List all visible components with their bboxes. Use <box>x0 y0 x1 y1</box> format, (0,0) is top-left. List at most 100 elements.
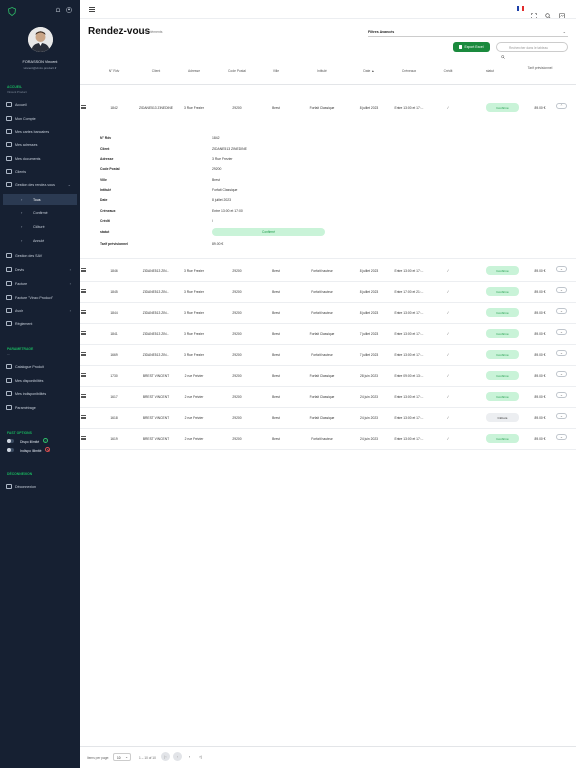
column-header-10[interactable]: Tarif prévisionnel <box>518 66 562 70</box>
cell-intitule: Forfait hauteur <box>311 437 333 441</box>
prev-page-button[interactable]: ‹ <box>173 752 182 761</box>
drag-handle-icon[interactable] <box>81 352 86 356</box>
column-header-0[interactable]: N° Rdv <box>100 69 128 73</box>
collapse-row-button[interactable]: ⌃ <box>556 103 567 109</box>
column-header-3[interactable]: Code Postal <box>218 69 256 73</box>
sidebar-item-4[interactable]: Mes documents <box>3 153 77 164</box>
cell-intitule: Forfait Classique <box>309 416 335 420</box>
drag-handle-icon[interactable] <box>81 436 86 440</box>
table-row[interactable]: 1845 ZIDANE513 ZIN... 3 Rue Frezier 29200 Br… <box>80 282 576 303</box>
sidebar-subitem-3-label: Annulé <box>33 238 45 243</box>
column-header-8[interactable]: Crédit <box>440 69 456 73</box>
sidebar-item-0[interactable]: Accueil <box>3 99 77 110</box>
sidebar-item3-2[interactable]: Mes indisponibilités <box>3 388 77 399</box>
column-header-9[interactable]: statut <box>472 69 508 73</box>
cell-id: 1669 <box>110 353 118 357</box>
cell-date: 8 juillet 2023 <box>359 311 379 315</box>
drag-handle-icon[interactable] <box>81 415 86 419</box>
cell-creneau: Entre 13:00 et 17:... <box>394 395 424 399</box>
table-row[interactable]: 1841 ZIDANE513 ZIN... 3 Rue Frezier 29200 Br… <box>80 324 576 345</box>
expand-row-button[interactable]: ⌄ <box>556 434 567 440</box>
sidebar-item2-5-label: Règlement <box>15 321 33 326</box>
table-row[interactable]: 1846 ZIDANE513 ZIN... 3 Rue Frezier 29200 Br… <box>80 261 576 282</box>
bell-icon[interactable] <box>55 7 61 13</box>
logout-label: Déconnexion <box>15 484 36 489</box>
drag-handle-icon[interactable] <box>81 373 86 377</box>
sidebar-item-5[interactable]: Clients <box>3 166 77 177</box>
first-page-button[interactable]: |‹ <box>161 752 170 761</box>
column-header-7[interactable]: Créneaux <box>386 69 432 73</box>
expand-row-button[interactable]: ⌄ <box>556 287 567 293</box>
sidebar-item2-2[interactable]: Facture › <box>3 278 77 289</box>
sidebar-item2-1[interactable]: Devis › <box>3 264 77 275</box>
avatar[interactable] <box>28 27 53 52</box>
table-search-field[interactable]: Rechercher dans le tableau <box>496 42 568 59</box>
column-header-5[interactable]: Intitulé <box>292 69 352 73</box>
sidebar-item3-1[interactable]: Mes disponibilités <box>3 375 77 386</box>
cell-id: 1618 <box>110 416 118 420</box>
toggle-dispo[interactable] <box>7 439 14 443</box>
cell-adresse: 3 Rue Frezier <box>184 332 204 336</box>
logout-button[interactable]: Déconnexion <box>3 481 77 492</box>
user-circle-icon[interactable] <box>66 7 72 13</box>
sidebar-item-3[interactable]: Mes adresses <box>3 139 77 150</box>
expand-row-button[interactable]: ⌄ <box>556 350 567 356</box>
sidebar-item-1[interactable]: Mon Compte <box>3 113 77 124</box>
detail-label: statut <box>100 230 110 234</box>
cell-date: 8 juillet 2023 <box>359 106 379 110</box>
hamburger-menu-icon[interactable] <box>89 7 95 12</box>
table-row-expanded[interactable]: 1842 ZIDANE513 ZINEDINE 3 Rue Frezier 29200… <box>80 98 576 119</box>
cell-ville: Brest <box>272 332 280 336</box>
sidebar-item-6[interactable]: Gestion des rendez-vous ⌄ <box>3 179 77 190</box>
drag-handle-icon[interactable] <box>81 310 86 314</box>
status-badge: Confirmé <box>486 287 519 296</box>
expand-row-button[interactable]: ⌄ <box>556 413 567 419</box>
expand-row-button[interactable]: ⌄ <box>556 266 567 272</box>
sidebar-item3-0-label: Catalogue Produit <box>15 364 44 369</box>
column-header-1[interactable]: Client <box>138 69 174 73</box>
fullscreen-icon[interactable] <box>531 6 537 19</box>
column-header-2[interactable]: Adresse <box>178 69 210 73</box>
search-icon[interactable] <box>545 6 551 19</box>
advanced-filters-dropdown[interactable]: Filtres Avancés ⌄ <box>368 29 568 37</box>
column-header-6[interactable]: Date ▲ <box>350 69 388 73</box>
table-row[interactable]: 1844 ZIDANE513 ZIN... 3 Rue Frezier 29200 Br… <box>80 303 576 324</box>
sidebar-item2-5[interactable]: Règlement <box>3 318 77 329</box>
drag-handle-icon[interactable] <box>81 394 86 398</box>
message-icon[interactable] <box>559 6 565 19</box>
table-row[interactable]: 1669 ZIDANE513 ZIN... 3 Rue Frezier 29200 Br… <box>80 345 576 366</box>
sidebar-item3-3[interactable]: Paramétrage <box>3 402 77 413</box>
column-header-4[interactable]: Ville <box>265 69 287 73</box>
sidebar-item2-3[interactable]: Facture "Vinzo Product" <box>3 292 77 303</box>
expand-row-button[interactable]: ⌄ <box>556 308 567 314</box>
table-row[interactable]: 1619 BREST VINCENT 2 rue Frézier 29200 Brest… <box>80 429 576 450</box>
sidebar-subitem-3[interactable]: › Annulé <box>3 235 77 246</box>
next-page-button[interactable]: › <box>185 752 194 761</box>
export-excel-button[interactable]: Export Excel <box>453 42 490 52</box>
expand-row-button[interactable]: ⌄ <box>556 371 567 377</box>
items-per-page-select[interactable]: 10 ⌄ <box>113 753 131 761</box>
logo-icon[interactable] <box>8 7 16 17</box>
sidebar-item-4-label: Mes documents <box>15 156 41 161</box>
flag-fr-icon[interactable] <box>517 6 524 11</box>
expand-row-button[interactable]: ⌄ <box>556 392 567 398</box>
table-row[interactable]: 1730 BREST VINCENT 2 rue Frézier 29200 Brest… <box>80 366 576 387</box>
sidebar-subitem-2[interactable]: › Clôturé <box>3 221 77 232</box>
toggle-indispo[interactable] <box>7 448 14 452</box>
sidebar-subitem-0[interactable]: › Tous <box>3 194 77 205</box>
drag-handle-icon[interactable] <box>81 105 86 109</box>
sidebar-item3-0[interactable]: Catalogue Produit <box>3 361 77 372</box>
table-row[interactable]: 1618 BREST VINCENT 2 rue Frézier 29200 Brest… <box>80 408 576 429</box>
drag-handle-icon[interactable] <box>81 289 86 293</box>
status-badge: Confirmé <box>486 308 519 317</box>
drag-handle-icon[interactable] <box>81 268 86 272</box>
cell-creneau: Entre 13:00 et 17:... <box>394 353 424 357</box>
sidebar-item2-4[interactable]: Avoir › <box>3 305 77 316</box>
sidebar-item2-0[interactable]: Gestion des SAV <box>3 250 77 261</box>
sidebar-subitem-1[interactable]: › Confirmé <box>3 207 77 218</box>
expand-row-button[interactable]: ⌄ <box>556 329 567 335</box>
drag-handle-icon[interactable] <box>81 331 86 335</box>
sidebar-item-2[interactable]: Mes cartes bancaires <box>3 126 77 137</box>
last-page-button[interactable]: ›| <box>196 752 205 761</box>
table-row[interactable]: 1617 BREST VINCENT 2 rue Frézier 29200 Brest… <box>80 387 576 408</box>
